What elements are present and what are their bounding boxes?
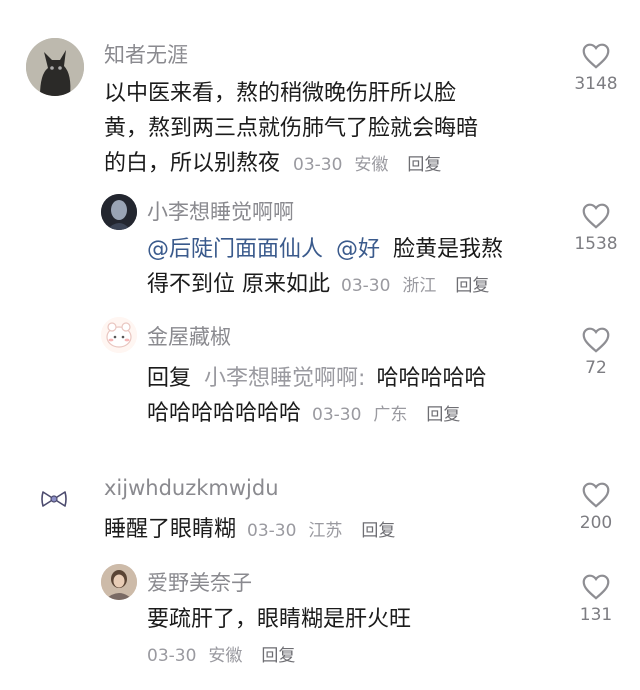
like-count: 200 xyxy=(579,513,613,533)
dog-avatar-image xyxy=(26,38,84,96)
heart-icon xyxy=(582,482,610,508)
like-button[interactable]: 1538 xyxy=(566,202,626,254)
like-button[interactable]: 72 xyxy=(566,326,626,378)
comment-text: 睡醒了眼睛糊 03-30 江苏 回复 xyxy=(104,512,564,549)
reply-date: 03-30 xyxy=(147,646,197,666)
reply-text-part: 脸黄是我熬 xyxy=(393,237,504,262)
avatar[interactable] xyxy=(101,317,137,353)
reply-username[interactable]: 爱野美奈子 xyxy=(147,567,252,597)
reply-button[interactable]: 回复 xyxy=(261,646,295,666)
comment-date: 03-30 xyxy=(293,155,343,175)
reply-username[interactable]: 小李想睡觉啊啊 xyxy=(147,196,294,226)
avatar[interactable] xyxy=(26,38,84,96)
avatar[interactable] xyxy=(101,564,137,600)
comment-text-line: 睡醒了眼睛糊 03-30 江苏 回复 xyxy=(104,512,564,549)
reply-location: 广东 xyxy=(373,405,408,425)
like-count: 131 xyxy=(579,605,613,625)
reply-button[interactable]: 回复 xyxy=(407,155,441,175)
reply-text: 回复 小李想睡觉啊啊: 哈哈哈哈哈 哈哈哈哈哈哈哈 03-30 广东 回复 xyxy=(147,361,567,433)
like-button[interactable]: 200 xyxy=(566,481,626,533)
reply-date: 03-30 xyxy=(312,405,362,425)
like-count: 3148 xyxy=(574,74,618,94)
like-button[interactable]: 131 xyxy=(566,573,626,625)
person-avatar-image xyxy=(101,194,137,230)
comment-text-line: 黄，熬到两三点就伤肺气了脸就会晦暗 xyxy=(104,116,479,141)
reply-location: 安徽 xyxy=(208,646,243,666)
comment-text: 以中医来看，熬的稍微晚伤肝所以脸 黄，熬到两三点就伤肺气了脸就会晦暗 的白，所以… xyxy=(104,76,564,183)
reply-text: 要疏肝了，眼睛糊是肝火旺 03-30 安徽 回复 xyxy=(147,602,567,674)
heart-icon xyxy=(582,43,610,69)
heart-icon xyxy=(582,327,610,353)
person-avatar-image xyxy=(101,564,137,600)
reply-location: 浙江 xyxy=(402,276,437,296)
reply-text-part: 哈哈哈哈哈哈哈 xyxy=(147,401,302,426)
comment-text-line: 以中医来看，熬的稍微晚伤肝所以脸 xyxy=(104,81,457,106)
reply-button[interactable]: 回复 xyxy=(455,276,489,296)
like-count: 1538 xyxy=(574,234,618,254)
heart-icon xyxy=(582,574,610,600)
comment-username[interactable]: 知者无涯 xyxy=(104,39,188,69)
heart-icon xyxy=(582,203,610,229)
bow-avatar-image xyxy=(41,491,67,507)
reply-text-line: 得不到位 原来如此 03-30 浙江 回复 xyxy=(147,267,567,304)
reply-text: @后陡门面面仙人 @好 脸黄是我熬 得不到位 原来如此 03-30 浙江 回复 xyxy=(147,232,567,304)
reply-username[interactable]: 金屋藏椒 xyxy=(147,321,231,351)
like-button[interactable]: 3148 xyxy=(566,42,626,94)
like-count: 72 xyxy=(585,358,607,378)
reply-text-line: 要疏肝了，眼睛糊是肝火旺 xyxy=(147,607,412,632)
reply-text-line: @后陡门面面仙人 @好 脸黄是我熬 xyxy=(147,232,567,267)
avatar[interactable] xyxy=(101,194,137,230)
cartoon-avatar-image xyxy=(101,317,137,353)
mention-link[interactable]: @好 xyxy=(336,237,380,262)
reply-text-line: 03-30 安徽 回复 xyxy=(147,637,567,674)
comment-text-line: 的白，所以别熬夜 03-30 安徽 回复 xyxy=(104,146,564,183)
reply-button[interactable]: 回复 xyxy=(426,405,460,425)
reply-text-part: 哈哈哈哈哈 xyxy=(376,366,487,391)
comment-username[interactable]: xijwhduzkmwjdu xyxy=(104,476,279,500)
reply-date: 03-30 xyxy=(341,276,391,296)
reply-text-part: 得不到位 原来如此 xyxy=(147,272,330,297)
mention-link[interactable]: @后陡门面面仙人 xyxy=(147,237,323,262)
avatar[interactable] xyxy=(40,487,68,511)
reply-text-line: 哈哈哈哈哈哈哈 03-30 广东 回复 xyxy=(147,396,567,433)
comment-date: 03-30 xyxy=(247,521,297,541)
reply-button[interactable]: 回复 xyxy=(361,521,395,541)
comment-location: 安徽 xyxy=(354,155,389,175)
reply-prefix: 回复 xyxy=(147,366,192,391)
comment-text-tail: 的白，所以别熬夜 xyxy=(104,151,281,176)
comment-location: 江苏 xyxy=(308,521,343,541)
comment-text-part: 睡醒了眼睛糊 xyxy=(104,517,237,542)
reply-target-username[interactable]: 小李想睡觉啊啊: xyxy=(204,366,365,391)
reply-text-line: 回复 小李想睡觉啊啊: 哈哈哈哈哈 xyxy=(147,361,567,396)
